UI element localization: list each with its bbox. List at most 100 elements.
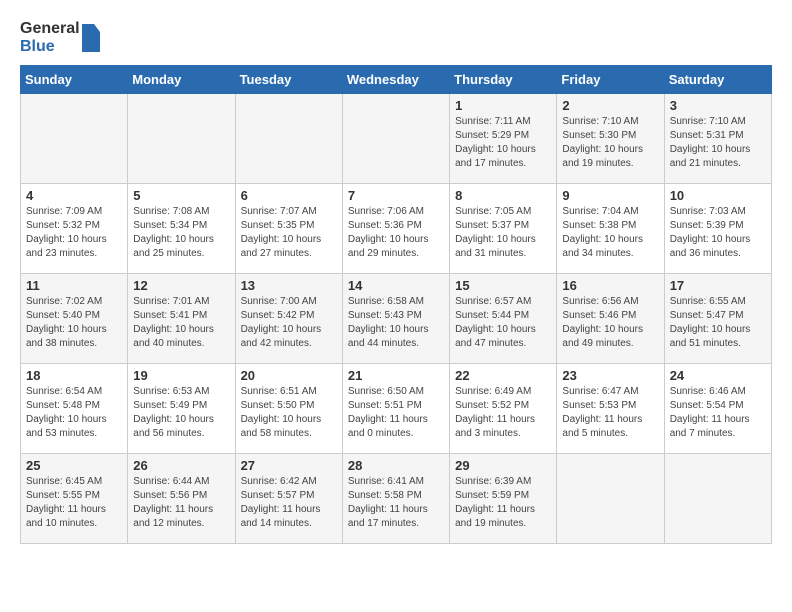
day-info: Sunrise: 7:10 AMSunset: 5:31 PMDaylight:… [670,115,766,171]
calendar-body: 1 Sunrise: 7:11 AMSunset: 5:29 PMDaylight… [21,94,772,544]
calendar-cell: 1 Sunrise: 7:11 AMSunset: 5:29 PMDaylight… [450,94,557,184]
logo: General Blue [20,20,100,55]
day-info: Sunrise: 7:03 AMSunset: 5:39 PMDaylight:… [670,205,766,261]
day-info: Sunrise: 7:00 AMSunset: 5:42 PMDaylight:… [241,295,337,351]
day-info: Sunrise: 6:47 AMSunset: 5:53 PMDaylight:… [562,385,658,441]
day-info: Sunrise: 7:10 AMSunset: 5:30 PMDaylight:… [562,115,658,171]
day-number: 11 [26,278,122,293]
calendar-cell: 3 Sunrise: 7:10 AMSunset: 5:31 PMDaylight… [664,94,771,184]
calendar-cell: 16 Sunrise: 6:56 AMSunset: 5:46 PMDayligh… [557,274,664,364]
calendar-cell: 29Sunrise: 6:39 AMSunset: 5:59 PMDayligh… [450,454,557,544]
day-info: Sunrise: 6:41 AMSunset: 5:58 PMDaylight:… [348,475,444,531]
day-number: 6 [241,188,337,203]
calendar-cell: 25 Sunrise: 6:45 AMSunset: 5:55 PMDayligh… [21,454,128,544]
day-info: Sunrise: 6:51 AMSunset: 5:50 PMDaylight:… [241,385,337,441]
day-info: Sunrise: 6:50 AMSunset: 5:51 PMDaylight:… [348,385,444,441]
day-number: 9 [562,188,658,203]
calendar-cell: 21 Sunrise: 6:50 AMSunset: 5:51 PMDayligh… [342,364,449,454]
calendar-cell [342,94,449,184]
calendar-week-5: 25 Sunrise: 6:45 AMSunset: 5:55 PMDayligh… [21,454,772,544]
day-info: Sunrise: 6:54 AMSunset: 5:48 PMDaylight:… [26,385,122,441]
calendar-table: SundayMondayTuesdayWednesdayThursdayFrid… [20,65,772,544]
day-number: 7 [348,188,444,203]
calendar-cell: 20 Sunrise: 6:51 AMSunset: 5:50 PMDayligh… [235,364,342,454]
day-info: Sunrise: 6:45 AMSunset: 5:55 PMDaylight:… [26,475,122,531]
day-info: Sunrise: 7:11 AMSunset: 5:29 PMDaylight:… [455,115,551,171]
calendar-cell: 23Sunrise: 6:47 AMSunset: 5:53 PMDayligh… [557,364,664,454]
calendar-cell: 13 Sunrise: 7:00 AMSunset: 5:42 PMDayligh… [235,274,342,364]
calendar-cell: 22Sunrise: 6:49 AMSunset: 5:52 PMDayligh… [450,364,557,454]
day-number: 4 [26,188,122,203]
calendar-cell [664,454,771,544]
day-number: 2 [562,98,658,113]
day-number: 19 [133,368,229,383]
day-info: Sunrise: 7:07 AMSunset: 5:35 PMDaylight:… [241,205,337,261]
day-info: Sunrise: 6:55 AMSunset: 5:47 PMDaylight:… [670,295,766,351]
calendar-cell: 7 Sunrise: 7:06 AMSunset: 5:36 PMDaylight… [342,184,449,274]
calendar-cell: 15Sunrise: 6:57 AMSunset: 5:44 PMDayligh… [450,274,557,364]
weekday-header-monday: Monday [128,66,235,94]
calendar-cell: 6 Sunrise: 7:07 AMSunset: 5:35 PMDaylight… [235,184,342,274]
day-number: 25 [26,458,122,473]
weekday-header-wednesday: Wednesday [342,66,449,94]
day-number: 5 [133,188,229,203]
weekday-header-friday: Friday [557,66,664,94]
day-info: Sunrise: 6:44 AMSunset: 5:56 PMDaylight:… [133,475,229,531]
weekday-header-saturday: Saturday [664,66,771,94]
calendar-cell: 9 Sunrise: 7:04 AMSunset: 5:38 PMDaylight… [557,184,664,274]
calendar-cell: 24 Sunrise: 6:46 AMSunset: 5:54 PMDayligh… [664,364,771,454]
calendar-cell: 17 Sunrise: 6:55 AMSunset: 5:47 PMDayligh… [664,274,771,364]
day-number: 14 [348,278,444,293]
day-info: Sunrise: 6:58 AMSunset: 5:43 PMDaylight:… [348,295,444,351]
day-info: Sunrise: 7:06 AMSunset: 5:36 PMDaylight:… [348,205,444,261]
calendar-cell: 18 Sunrise: 6:54 AMSunset: 5:48 PMDayligh… [21,364,128,454]
day-number: 15 [455,278,551,293]
day-number: 28 [348,458,444,473]
day-info: Sunrise: 7:09 AMSunset: 5:32 PMDaylight:… [26,205,122,261]
day-info: Sunrise: 6:56 AMSunset: 5:46 PMDaylight:… [562,295,658,351]
day-info: Sunrise: 6:42 AMSunset: 5:57 PMDaylight:… [241,475,337,531]
day-info: Sunrise: 7:02 AMSunset: 5:40 PMDaylight:… [26,295,122,351]
day-number: 3 [670,98,766,113]
weekday-header-thursday: Thursday [450,66,557,94]
calendar-cell: 19 Sunrise: 6:53 AMSunset: 5:49 PMDayligh… [128,364,235,454]
day-info: Sunrise: 7:04 AMSunset: 5:38 PMDaylight:… [562,205,658,261]
calendar-week-3: 11 Sunrise: 7:02 AMSunset: 5:40 PMDayligh… [21,274,772,364]
day-number: 17 [670,278,766,293]
day-number: 13 [241,278,337,293]
day-number: 24 [670,368,766,383]
calendar-cell: 26 Sunrise: 6:44 AMSunset: 5:56 PMDayligh… [128,454,235,544]
calendar-cell: 28 Sunrise: 6:41 AMSunset: 5:58 PMDayligh… [342,454,449,544]
day-number: 21 [348,368,444,383]
calendar-week-1: 1 Sunrise: 7:11 AMSunset: 5:29 PMDaylight… [21,94,772,184]
day-number: 20 [241,368,337,383]
day-info: Sunrise: 6:53 AMSunset: 5:49 PMDaylight:… [133,385,229,441]
calendar-week-4: 18 Sunrise: 6:54 AMSunset: 5:48 PMDayligh… [21,364,772,454]
day-number: 12 [133,278,229,293]
logo-arrow-icon [82,24,100,52]
day-number: 8 [455,188,551,203]
calendar-week-2: 4 Sunrise: 7:09 AMSunset: 5:32 PMDaylight… [21,184,772,274]
day-number: 18 [26,368,122,383]
day-number: 26 [133,458,229,473]
day-number: 22 [455,368,551,383]
day-number: 1 [455,98,551,113]
day-info: Sunrise: 7:01 AMSunset: 5:41 PMDaylight:… [133,295,229,351]
day-info: Sunrise: 6:39 AMSunset: 5:59 PMDaylight:… [455,475,551,531]
calendar-cell: 11 Sunrise: 7:02 AMSunset: 5:40 PMDayligh… [21,274,128,364]
day-info: Sunrise: 7:05 AMSunset: 5:37 PMDaylight:… [455,205,551,261]
logo-text: General Blue [20,20,80,55]
calendar-cell: 12 Sunrise: 7:01 AMSunset: 5:41 PMDayligh… [128,274,235,364]
calendar-cell [21,94,128,184]
weekday-header-sunday: Sunday [21,66,128,94]
logo-general: General [20,20,80,38]
logo-container: General Blue [20,20,100,55]
day-number: 10 [670,188,766,203]
day-info: Sunrise: 6:46 AMSunset: 5:54 PMDaylight:… [670,385,766,441]
logo-blue: Blue [20,38,80,56]
day-number: 16 [562,278,658,293]
calendar-cell: 10 Sunrise: 7:03 AMSunset: 5:39 PMDayligh… [664,184,771,274]
calendar-cell: 5Sunrise: 7:08 AMSunset: 5:34 PMDaylight… [128,184,235,274]
calendar-cell [235,94,342,184]
calendar-cell: 14 Sunrise: 6:58 AMSunset: 5:43 PMDayligh… [342,274,449,364]
